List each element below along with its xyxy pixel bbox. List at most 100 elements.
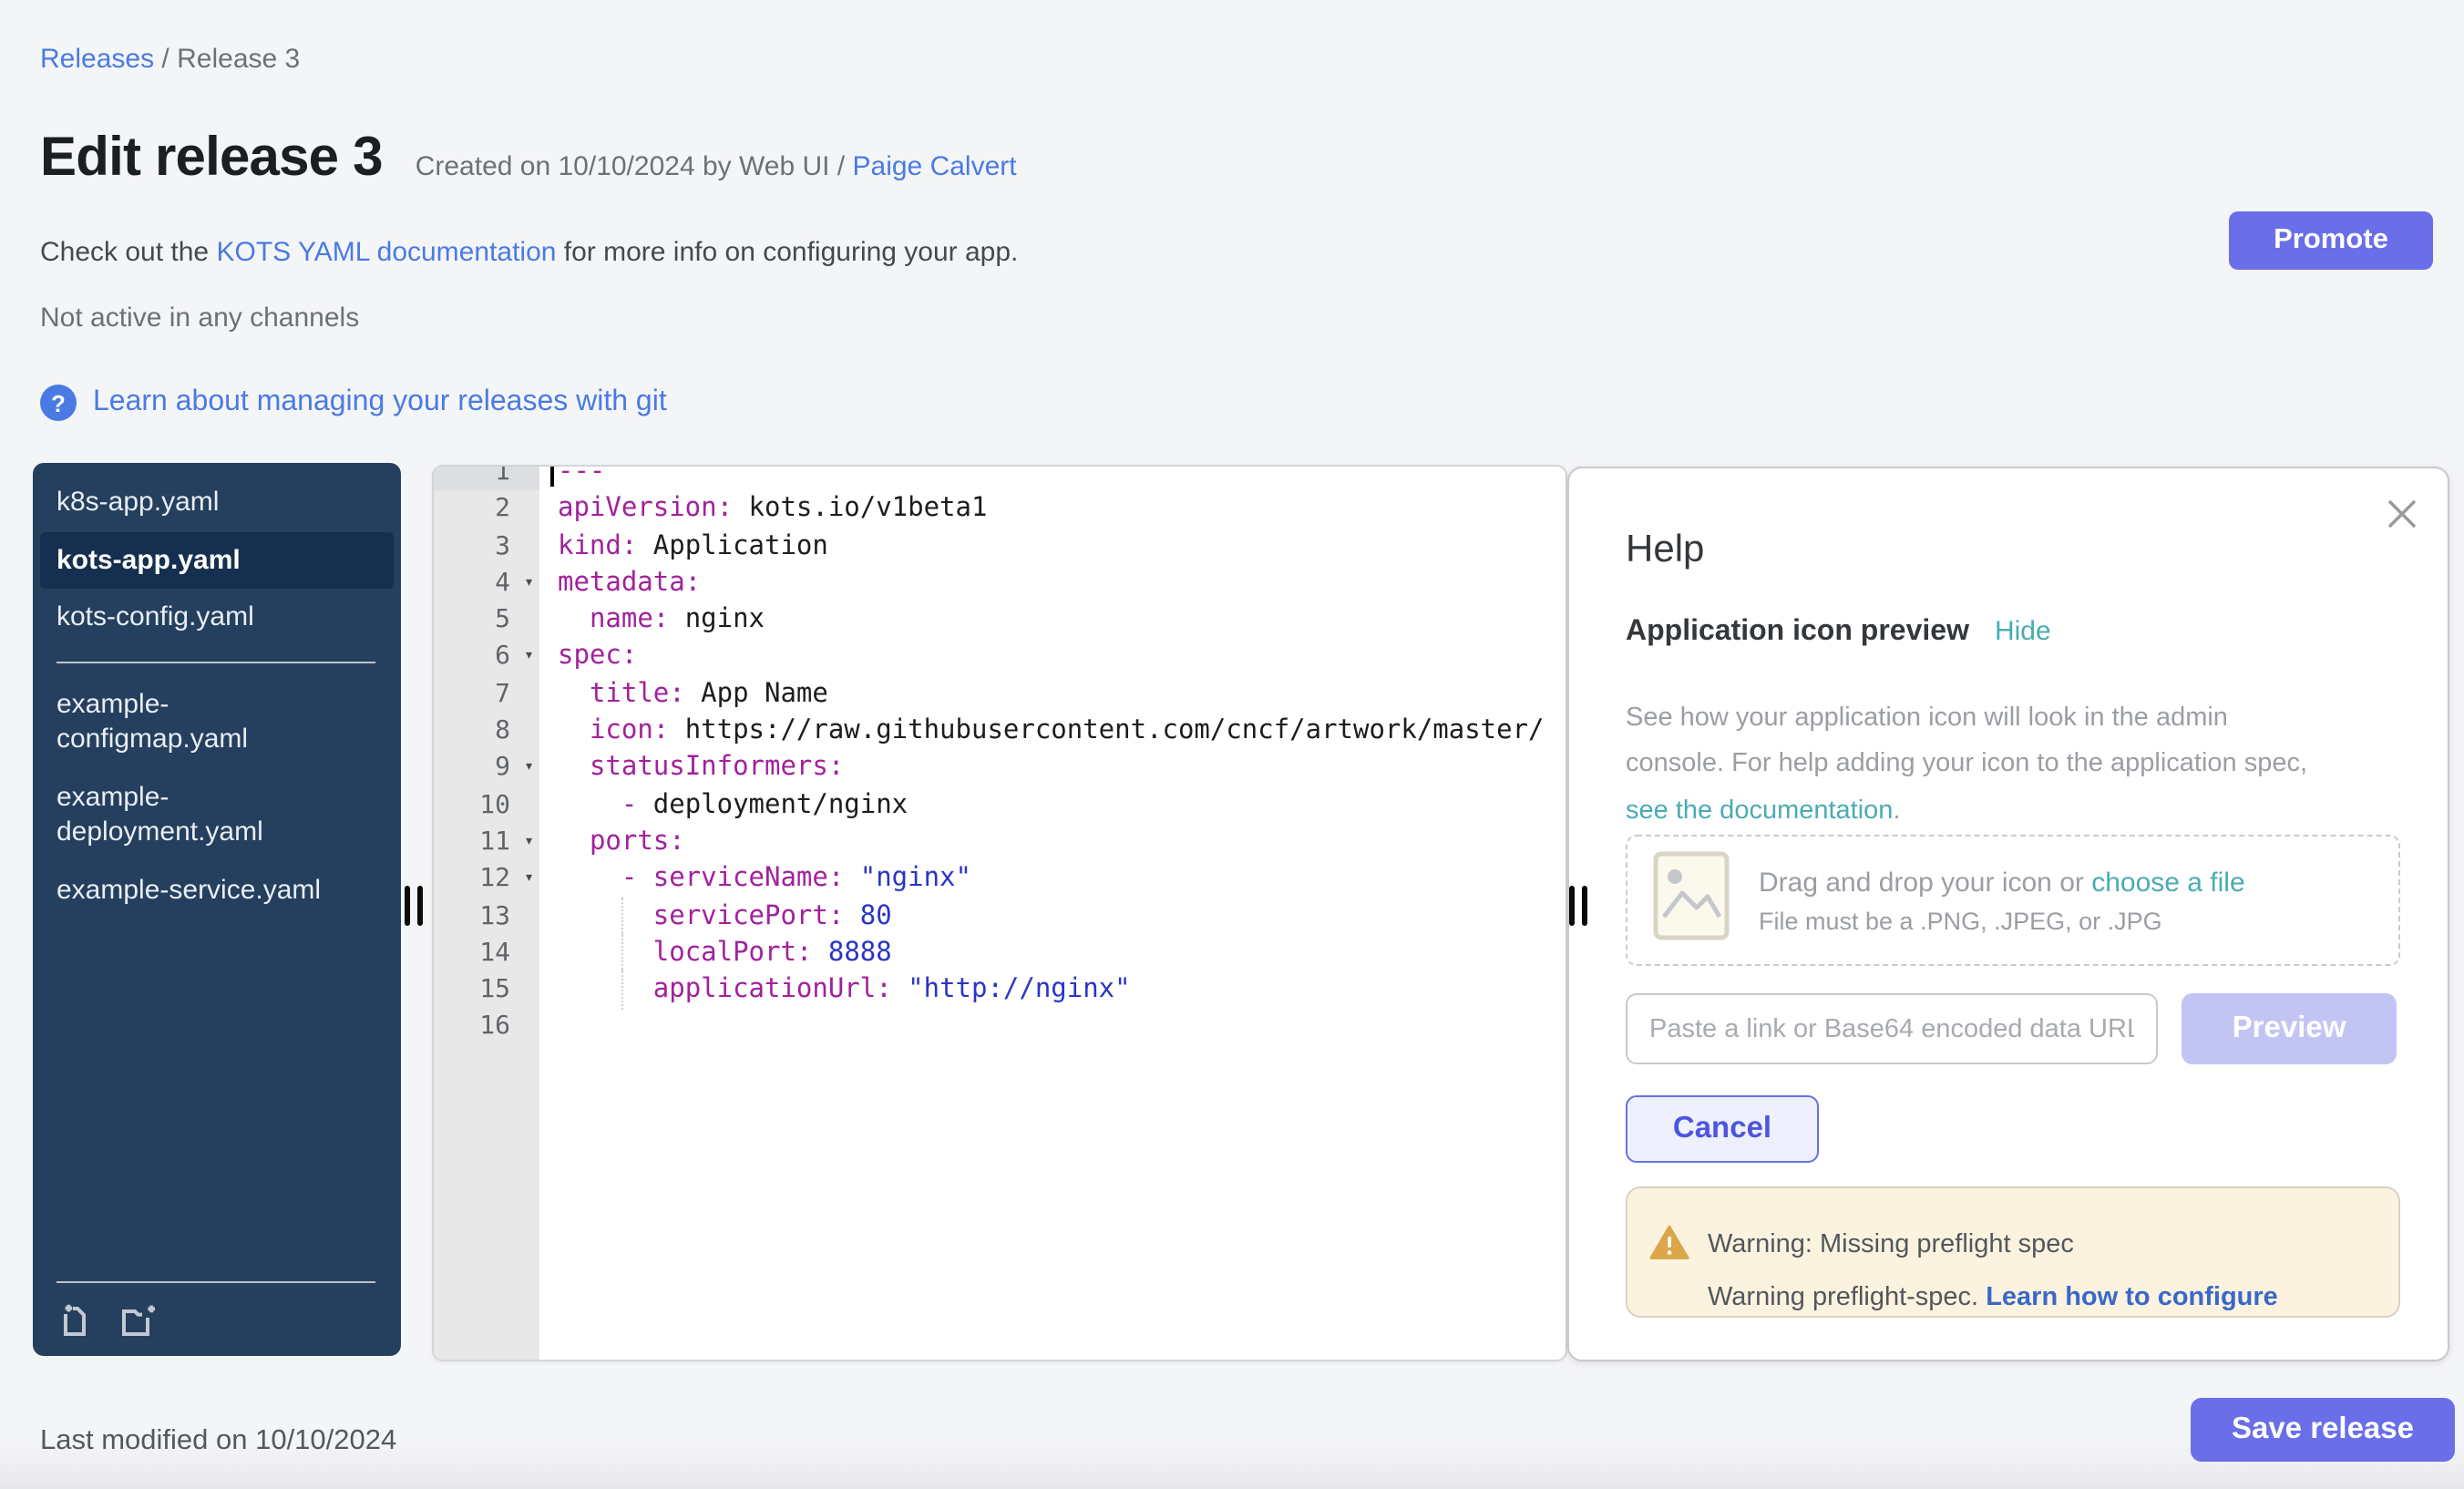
resize-handle-left[interactable] [405,886,423,926]
line-number: 1 [434,465,539,491]
code-line[interactable]: metadata: [558,565,1566,602]
file-group-divider [56,661,375,662]
icon-url-row: Preview [1626,993,2397,1064]
warning-title: Warning: Missing preflight spec [1708,1230,2074,1259]
code-line[interactable]: ports: [558,824,1566,861]
hide-link[interactable]: Hide [1995,616,2051,647]
code-line[interactable]: apiVersion: kots.io/v1beta1 [558,491,1566,529]
file-item-example-deployment.yaml[interactable]: example-deployment.yaml [40,768,394,861]
code-line[interactable]: statusInformers: [558,750,1566,787]
line-number: 3 [434,528,539,565]
preview-button[interactable]: Preview [2182,993,2397,1064]
file-item-example-service.yaml[interactable]: example-service.yaml [40,861,394,919]
docs-line: Check out the KOTS YAML documentation fo… [40,237,1018,268]
sidebar-icons [33,1299,401,1349]
line-number: 6▾ [434,639,539,676]
line-number: 15 [434,971,539,1009]
line-number: 16 [434,1009,539,1046]
warning-triangle-icon [1649,1225,1689,1270]
icon-preview-section-title: Application icon preview [1626,616,1969,649]
fold-arrow-icon[interactable]: ▾ [524,824,534,861]
save-release-button[interactable]: Save release [2191,1398,2455,1462]
fold-arrow-icon[interactable]: ▾ [524,565,534,602]
code-line[interactable]: - deployment/nginx [558,786,1566,824]
file-item-k8s-app.yaml[interactable]: k8s-app.yaml [40,474,394,531]
git-help-row: ? Learn about managing your releases wit… [40,385,667,421]
see-documentation-link[interactable]: see the documentation [1626,796,1893,825]
page-title: Edit release 3 [40,128,383,190]
file-item-kots-config.yaml[interactable]: kots-config.yaml [40,589,394,646]
breadcrumb-separator: / [154,44,177,75]
new-file-icon[interactable] [56,1299,93,1338]
fold-arrow-icon[interactable]: ▾ [524,750,534,787]
code-line[interactable]: servicePort: 80 [558,898,1566,935]
author-link[interactable]: Paige Calvert [853,151,1017,182]
breadcrumb-releases-link[interactable]: Releases [40,44,154,75]
code-line[interactable]: icon: https://raw.githubusercontent.com/… [558,713,1566,750]
fold-arrow-icon[interactable]: ▾ [524,861,534,899]
text-cursor [550,465,553,487]
icon-dropzone[interactable]: Drag and drop your icon or choose a file… [1626,835,2400,966]
line-number: 10 [434,786,539,824]
question-mark-icon: ? [40,385,77,421]
code-line[interactable]: title: App Name [558,676,1566,714]
dropzone-text: Drag and drop your icon or choose a file… [1759,867,2245,934]
code-editor: 1234▾56▾789▾1011▾12▾13141516 ---apiVersi… [432,465,1567,1361]
file-sidebar: k8s-app.yamlkots-app.yamlkots-config.yam… [33,463,401,1356]
new-folder-icon[interactable] [118,1299,162,1338]
code-line[interactable]: applicationUrl: "http://nginx" [558,971,1566,1009]
sidebar-bottom-divider [56,1281,375,1283]
code-line[interactable]: spec: [558,639,1566,676]
breadcrumb-current: Release 3 [177,44,300,75]
warning-text: Warning preflight-spec. Learn how to con… [1708,1283,2278,1312]
breadcrumb: Releases / Release 3 [40,44,300,75]
line-number: 9▾ [434,750,539,787]
icon-preview-section-row: Application icon preview Hide [1626,616,2051,649]
sidebar-bottom [33,1281,401,1349]
choose-file-link[interactable]: choose a file [2091,867,2244,898]
kots-yaml-docs-link[interactable]: KOTS YAML documentation [216,237,556,268]
editor-scroll: 1234▾56▾789▾1011▾12▾13141516 ---apiVersi… [434,465,1566,1046]
line-number: 13 [434,898,539,935]
close-icon[interactable] [2384,496,2420,532]
git-releases-link[interactable]: Learn about managing your releases with … [93,386,667,419]
viewport: Releases / Release 3 Edit release 3 Crea… [0,0,2464,1489]
resize-handle-right[interactable] [1569,886,1587,926]
channel-status: Not active in any channels [40,303,359,334]
warning-box: Warning: Missing preflight spec Warning … [1626,1186,2400,1318]
line-number: 8 [434,713,539,750]
editor-code[interactable]: ---apiVersion: kots.io/v1beta1kind: Appl… [539,465,1566,1046]
line-number: 2 [434,491,539,529]
code-line[interactable]: kind: Application [558,528,1566,565]
editor-gutter: 1234▾56▾789▾1011▾12▾13141516 [434,465,539,1046]
help-description: See how your application icon will look … [1626,695,2402,835]
image-placeholder-icon [1653,851,1730,950]
line-number: 7 [434,676,539,714]
code-line[interactable]: localPort: 8888 [558,935,1566,972]
code-line[interactable]: name: nginx [558,601,1566,639]
code-line[interactable]: - serviceName: "nginx" [558,861,1566,899]
line-number: 11▾ [434,824,539,861]
created-text: Created on 10/10/2024 by Web UI / Paige … [416,151,1017,182]
line-number: 5 [434,601,539,639]
icon-url-input[interactable] [1626,993,2158,1064]
promote-button[interactable]: Promote [2229,211,2433,270]
edit-release-page: Releases / Release 3 Edit release 3 Crea… [0,0,2464,1489]
cancel-button[interactable]: Cancel [1626,1095,1819,1163]
title-row: Edit release 3 Created on 10/10/2024 by … [40,128,1017,190]
help-panel: Help Application icon preview Hide See h… [1567,467,2449,1361]
last-modified-text: Last modified on 10/10/2024 [40,1425,396,1458]
code-line[interactable]: --- [558,465,1566,491]
file-item-kots-app.yaml[interactable]: kots-app.yaml [40,531,394,589]
code-line[interactable] [558,1009,1566,1046]
file-item-example-configmap.yaml[interactable]: example-configmap.yaml [40,675,394,768]
help-title: Help [1626,529,1704,572]
fold-arrow-icon[interactable]: ▾ [524,639,534,676]
dropzone-hint: File must be a .PNG, .JPEG, or .JPG [1759,907,2245,934]
warning-configure-link[interactable]: Learn how to configure [1986,1283,2278,1312]
file-group-examples: example-configmap.yamlexample-deployment… [33,675,401,919]
line-number: 12▾ [434,861,539,899]
line-number: 4▾ [434,565,539,602]
file-group-app: k8s-app.yamlkots-app.yamlkots-config.yam… [33,474,401,646]
line-number: 14 [434,935,539,972]
